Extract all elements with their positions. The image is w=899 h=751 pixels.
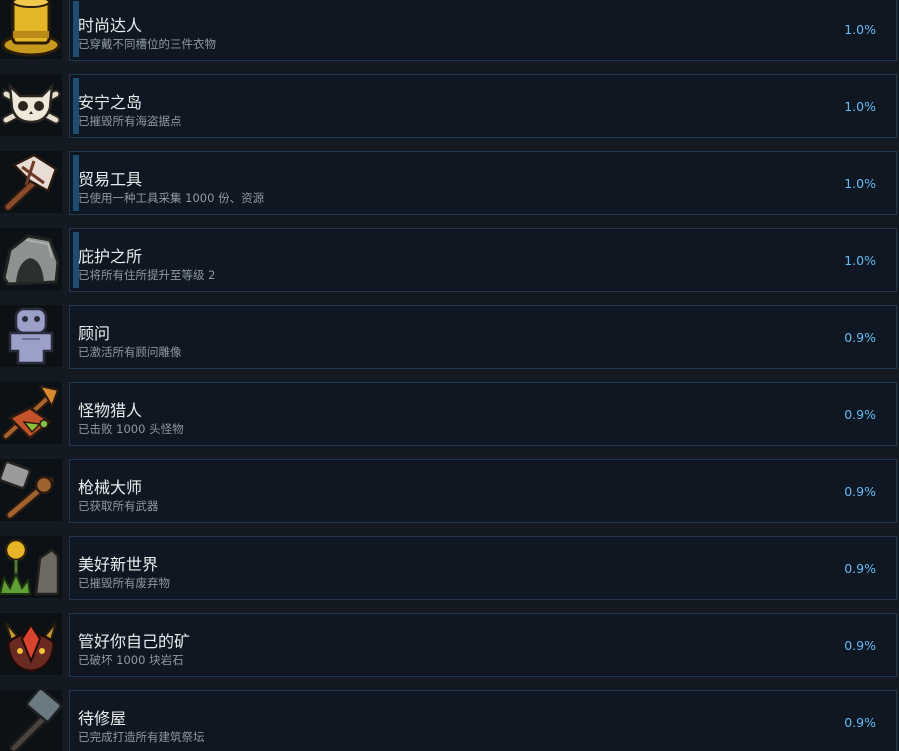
achievement-row[interactable]: 怪物猎人 已击败 1000 头怪物 0.9%: [0, 382, 899, 448]
achievement-card: 美好新世界 已摧毁所有废弃物 0.9%: [69, 536, 897, 600]
new-world-icon: [0, 536, 62, 598]
unlock-percentage: 0.9%: [844, 330, 876, 345]
achievement-description: 已摧毁所有海盗据点: [78, 114, 182, 128]
achievement-row[interactable]: 庇护之所 已将所有住所提升至等级 2 1.0%: [0, 228, 899, 294]
unlock-percentage: 0.9%: [844, 484, 876, 499]
achievement-card: 庇护之所 已将所有住所提升至等级 2 1.0%: [69, 228, 897, 292]
unlock-percentage: 0.9%: [844, 561, 876, 576]
achievement-title: 时尚达人: [78, 16, 143, 35]
achievement-description: 已摧毁所有废弃物: [78, 576, 170, 590]
achievement-title: 枪械大师: [78, 478, 143, 497]
statue-icon: [0, 305, 62, 367]
skull-crossbones-icon: [0, 74, 62, 136]
achievement-description: 已穿戴不同槽位的三件衣物: [78, 37, 216, 51]
achievement-card: 顾问 已激活所有顾问雕像 0.9%: [69, 305, 897, 369]
achievement-title: 美好新世界: [78, 555, 159, 574]
achievement-title: 庇护之所: [78, 247, 143, 266]
achievement-row[interactable]: 枪械大师 已获取所有武器 0.9%: [0, 459, 899, 525]
achievement-description: 已将所有住所提升至等级 2: [78, 268, 216, 282]
achievement-card: 管好你自己的矿 已破坏 1000 块岩石 0.9%: [69, 613, 897, 677]
achievement-card: 时尚达人 已穿戴不同槽位的三件衣物 1.0%: [69, 0, 897, 61]
achievement-card: 安宁之岛 已摧毁所有海盗据点 1.0%: [69, 74, 897, 138]
achievement-description: 已使用一种工具采集 1000 份、资源: [78, 191, 265, 205]
top-hat-icon: [0, 0, 62, 59]
achievement-title: 怪物猎人: [78, 401, 143, 420]
achievement-row[interactable]: 管好你自己的矿 已破坏 1000 块岩石 0.9%: [0, 613, 899, 679]
unlock-percentage: 1.0%: [844, 176, 876, 191]
unlock-percentage: 0.9%: [844, 715, 876, 730]
achievement-description: 已击败 1000 头怪物: [78, 422, 184, 436]
achievement-row[interactable]: 美好新世界 已摧毁所有废弃物 0.9%: [0, 536, 899, 602]
unlock-percentage: 1.0%: [844, 22, 876, 37]
achievement-row[interactable]: 顾问 已激活所有顾问雕像 0.9%: [0, 305, 899, 371]
achievement-description: 已完成打造所有建筑祭坛: [78, 730, 205, 744]
axe-icon: [0, 151, 62, 213]
achievement-card: 怪物猎人 已击败 1000 头怪物 0.9%: [69, 382, 897, 446]
achievement-title: 安宁之岛: [78, 93, 143, 112]
monster-hunter-icon: [0, 382, 62, 444]
shelter-rock-icon: [0, 228, 62, 290]
achievement-row[interactable]: 时尚达人 已穿戴不同槽位的三件衣物 1.0%: [0, 0, 899, 63]
achievement-title: 贸易工具: [78, 170, 143, 189]
achievement-list: 时尚达人 已穿戴不同槽位的三件衣物 1.0% 安宁之岛 已摧毁所有海盗据点 1.…: [0, 0, 899, 751]
achievement-card: 枪械大师 已获取所有武器 0.9%: [69, 459, 897, 523]
achievement-title: 顾问: [78, 324, 111, 343]
hammer-weapon-icon: [0, 459, 62, 521]
achievement-title: 管好你自己的矿: [78, 632, 191, 651]
unlock-percentage: 0.9%: [844, 638, 876, 653]
achievement-row[interactable]: 贸易工具 已使用一种工具采集 1000 份、资源 1.0%: [0, 151, 899, 217]
achievement-description: 已获取所有武器: [78, 499, 159, 513]
unlock-percentage: 0.9%: [844, 407, 876, 422]
achievement-row[interactable]: 待修屋 已完成打造所有建筑祭坛 0.9%: [0, 690, 899, 751]
horned-demon-icon: [0, 613, 62, 675]
repair-hammer-icon: [0, 690, 62, 751]
unlock-percentage: 1.0%: [844, 99, 876, 114]
unlock-percentage: 1.0%: [844, 253, 876, 268]
achievement-description: 已激活所有顾问雕像: [78, 345, 182, 359]
achievement-card: 待修屋 已完成打造所有建筑祭坛 0.9%: [69, 690, 897, 751]
achievement-description: 已破坏 1000 块岩石: [78, 653, 184, 667]
achievement-title: 待修屋: [78, 709, 127, 728]
achievement-row[interactable]: 安宁之岛 已摧毁所有海盗据点 1.0%: [0, 74, 899, 140]
achievement-card: 贸易工具 已使用一种工具采集 1000 份、资源 1.0%: [69, 151, 897, 215]
